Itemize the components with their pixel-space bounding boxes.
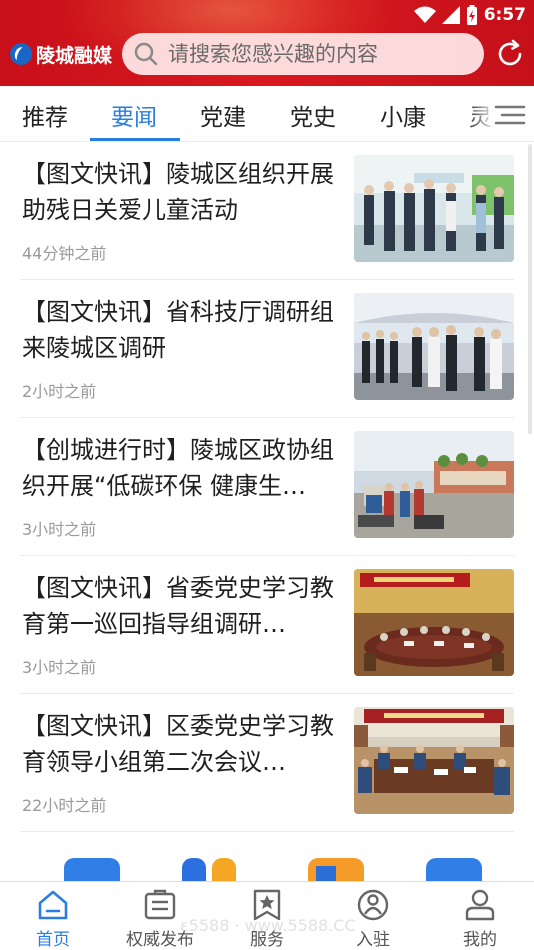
tab-recommend[interactable]: 推荐 bbox=[22, 98, 68, 132]
news-item[interactable]: 【图文快讯】省科技厅调研组来陵城区调研 2小时之前 bbox=[20, 280, 514, 418]
search-icon bbox=[134, 42, 158, 66]
release-icon bbox=[144, 889, 176, 920]
news-title: 【图文快讯】区委党史学习教育领导小组第二次会议… bbox=[22, 712, 334, 776]
news-item[interactable]: 【图文快讯】省委党史学习教育第一巡回指导组调研… 3小时之前 bbox=[20, 556, 514, 694]
join-icon bbox=[357, 889, 389, 921]
nav-profile[interactable]: 我的 bbox=[435, 888, 525, 950]
status-time: 6:57 bbox=[483, 5, 526, 25]
news-time: 3小时之前 bbox=[22, 658, 97, 677]
service-shortcuts-row bbox=[0, 848, 534, 882]
battery-icon bbox=[466, 5, 477, 25]
profile-icon bbox=[465, 889, 495, 921]
news-thumbnail bbox=[354, 293, 514, 400]
news-list: 【图文快讯】陵城区组织开展助残日关爱儿童活动 44分钟之前 【图文快讯】省科技厅… bbox=[0, 142, 534, 832]
tab-headlines[interactable]: 要闻 bbox=[111, 98, 157, 132]
signal-icon bbox=[441, 6, 460, 24]
wifi-icon bbox=[413, 6, 436, 23]
news-thumbnail bbox=[354, 707, 514, 814]
nav-label: 首页 bbox=[36, 930, 70, 950]
watermark-text: ε5588 · www.5588.CC bbox=[180, 916, 356, 935]
news-title: 【创城进行时】陵城区政协组织开展“低碳环保 健康生… bbox=[22, 436, 334, 500]
news-title: 【图文快讯】陵城区组织开展助残日关爱儿童活动 bbox=[22, 160, 334, 224]
search-input[interactable] bbox=[168, 42, 468, 66]
news-thumbnail bbox=[354, 431, 514, 538]
channel-tabs: 推荐 要闻 党建 党史 小康 灵 bbox=[0, 86, 534, 142]
nav-label: 我的 bbox=[463, 930, 497, 950]
service-shortcut-icon[interactable] bbox=[426, 858, 482, 882]
home-icon bbox=[38, 890, 68, 920]
logo-mark-icon bbox=[10, 43, 32, 65]
service-shortcut-icon[interactable] bbox=[182, 858, 238, 882]
news-item[interactable]: 【图文快讯】区委党史学习教育领导小组第二次会议… 22小时之前 bbox=[20, 694, 514, 832]
news-time: 3小时之前 bbox=[22, 520, 97, 539]
tab-party-building[interactable]: 党建 bbox=[200, 98, 246, 132]
tab-xiaokang[interactable]: 小康 bbox=[380, 98, 426, 132]
active-tab-indicator bbox=[90, 138, 180, 141]
news-title: 【图文快讯】省委党史学习教育第一巡回指导组调研… bbox=[22, 574, 334, 638]
tab-party-history[interactable]: 党史 bbox=[290, 98, 336, 132]
news-thumbnail bbox=[354, 155, 514, 262]
service-shortcut-icon[interactable] bbox=[308, 858, 364, 882]
news-time: 22小时之前 bbox=[22, 796, 107, 815]
nav-home[interactable]: 首页 bbox=[8, 888, 98, 950]
status-bar: 6:57 bbox=[413, 4, 526, 26]
logo-text: 陵城融媒 bbox=[36, 44, 113, 67]
news-item[interactable]: 【图文快讯】陵城区组织开展助残日关爱儿童活动 44分钟之前 bbox=[20, 142, 514, 280]
service-shortcut-glyph bbox=[182, 858, 236, 882]
news-title: 【图文快讯】省科技厅调研组来陵城区调研 bbox=[22, 298, 334, 362]
service-shortcut-icon[interactable] bbox=[64, 858, 120, 882]
service-shortcut-glyph bbox=[316, 866, 336, 882]
news-item[interactable]: 【创城进行时】陵城区政协组织开展“低碳环保 健康生… 3小时之前 bbox=[20, 418, 514, 556]
app-logo: 陵城融媒 bbox=[10, 40, 112, 68]
app-header: 6:57 陵城融媒 bbox=[0, 0, 534, 86]
news-time: 2小时之前 bbox=[22, 382, 97, 401]
list-scrollbar[interactable] bbox=[528, 144, 532, 434]
search-bar[interactable] bbox=[122, 33, 484, 75]
news-thumbnail bbox=[354, 569, 514, 676]
channel-menu-icon[interactable] bbox=[492, 100, 528, 130]
news-time: 44分钟之前 bbox=[22, 244, 107, 263]
refresh-icon[interactable] bbox=[494, 38, 526, 70]
